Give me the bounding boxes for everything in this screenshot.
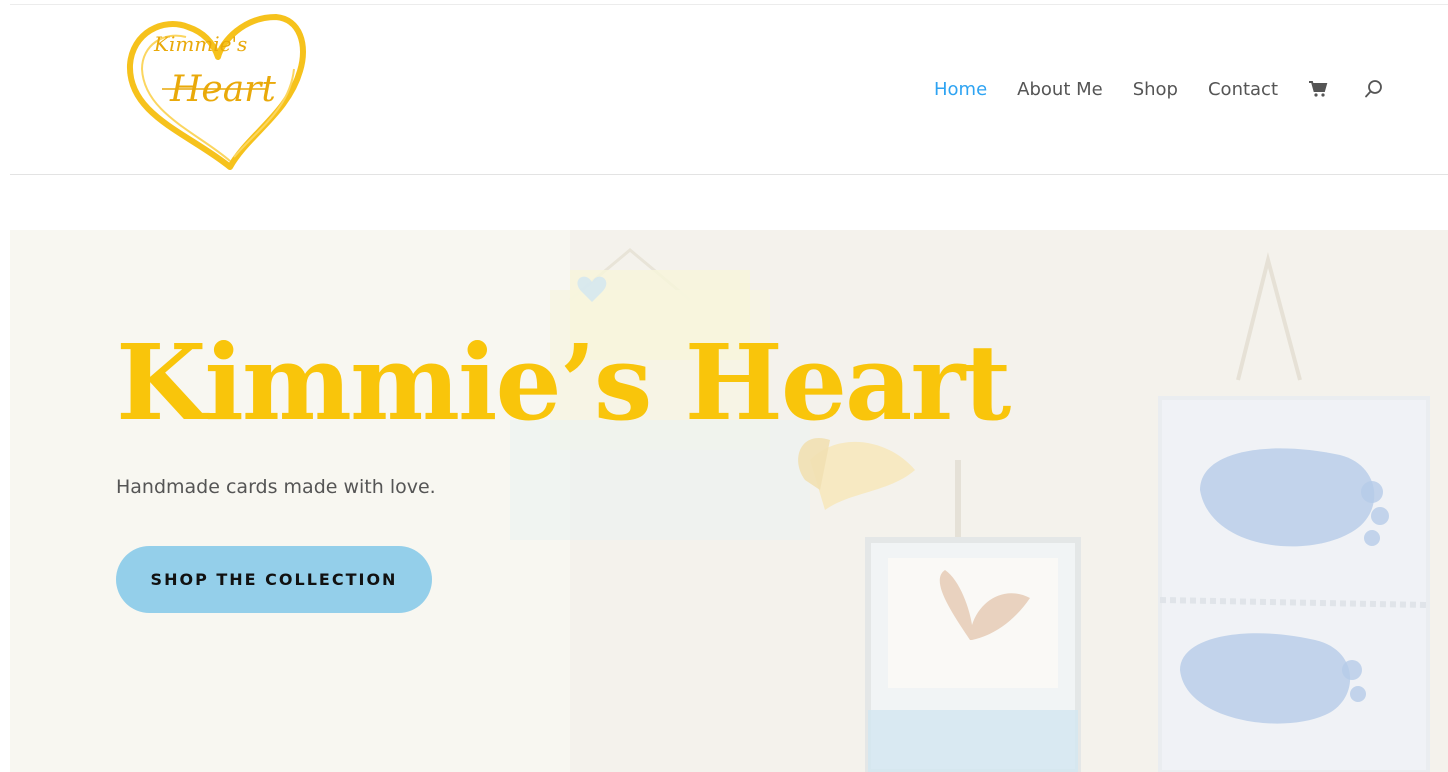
site-header: Kimmie's Heart Home About Me Shop Contac… bbox=[10, 5, 1448, 175]
shop-the-collection-button[interactable]: SHOP THE COLLECTION bbox=[116, 546, 432, 614]
hero-content: Kimmie’s Heart Handmade cards made with … bbox=[116, 321, 1011, 614]
main-navigation: Home About Me Shop Contact bbox=[934, 75, 1386, 103]
search-icon[interactable] bbox=[1362, 77, 1386, 101]
hero-section: Kimmie’s Heart Handmade cards made with … bbox=[10, 230, 1448, 772]
nav-home[interactable]: Home bbox=[934, 79, 987, 100]
site-logo[interactable]: Kimmie's Heart bbox=[118, 5, 308, 173]
nav-contact[interactable]: Contact bbox=[1208, 79, 1278, 100]
heart-logo-icon: Kimmie's Heart bbox=[126, 14, 306, 170]
hero-title: Kimmie’s Heart bbox=[116, 321, 1011, 444]
shopping-cart-icon[interactable] bbox=[1306, 77, 1330, 101]
nav-about-me[interactable]: About Me bbox=[1017, 79, 1103, 100]
logo-script-top: Kimmie's bbox=[153, 32, 247, 56]
nav-shop[interactable]: Shop bbox=[1133, 79, 1178, 100]
hero-subtitle: Handmade cards made with love. bbox=[116, 476, 436, 499]
